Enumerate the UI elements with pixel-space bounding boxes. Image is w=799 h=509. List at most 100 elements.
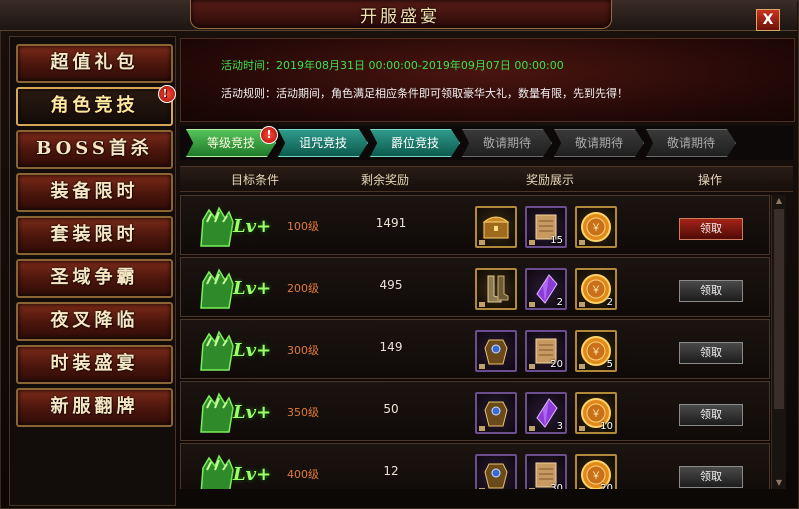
sidebar-item-label: 夜叉降临 [50, 310, 139, 331]
lock-icon [529, 240, 535, 245]
reward-coin-icon[interactable]: ￥ 2 [575, 268, 617, 310]
lock-icon [529, 364, 535, 369]
tab-1[interactable]: 诅咒竞技 [278, 129, 368, 157]
svg-text:￥: ￥ [591, 285, 601, 296]
target-level: 350级 [287, 406, 319, 419]
event-rule: 活动规则：活动期间，角色满足相应条件即可领取豪华大礼，数量有限，先到先得！ [221, 87, 628, 100]
lock-icon [479, 302, 485, 307]
lock-icon [579, 240, 585, 245]
sidebar-item-label: 圣域争霸 [50, 267, 139, 288]
reward-count: 10 [600, 421, 613, 432]
reward-count: 20 [600, 483, 613, 489]
sidebar-item-3[interactable]: 装备限时 [16, 173, 173, 212]
level-up-icon: Lv+ [193, 202, 283, 248]
svg-text:￥: ￥ [591, 409, 601, 420]
reward-armor-icon[interactable] [475, 392, 517, 434]
lock-icon [579, 488, 585, 489]
reward-count: 20 [550, 359, 563, 370]
event-info-panel: 活动时间：2019年08月31日 00:00:00-2019年09月07日 00… [180, 38, 795, 122]
lock-icon [479, 240, 485, 245]
lock-icon [479, 488, 485, 489]
tab-2[interactable]: 爵位竞技 [370, 129, 460, 157]
reward-boots-icon[interactable] [475, 268, 517, 310]
remaining-count: 149 [379, 340, 403, 354]
claim-button[interactable]: 领取 [679, 218, 743, 240]
sidebar-item-5[interactable]: 圣域争霸 [16, 259, 173, 298]
sidebar-item-4[interactable]: 套装限时 [16, 216, 173, 255]
lock-icon [529, 302, 535, 307]
reward-count: 3 [556, 421, 563, 432]
table-row: Lv+ 300级 149 20 ￥ 5 领取 [180, 319, 770, 379]
sidebar-item-label: 超值礼包 [50, 52, 139, 73]
reward-scroll-icon[interactable]: 15 [525, 206, 567, 248]
reward-crystal-icon[interactable]: 2 [525, 268, 567, 310]
claim-button[interactable]: 领取 [679, 342, 743, 364]
sidebar-item-0[interactable]: 超值礼包 [16, 44, 173, 83]
lock-icon [529, 426, 535, 431]
remaining-count: 50 [383, 402, 399, 416]
sidebar-item-label: 装备限时 [50, 181, 139, 202]
tab-5[interactable]: 敬请期待 [646, 129, 736, 157]
lock-icon [479, 426, 485, 431]
reward-scroll-icon[interactable]: 20 [525, 330, 567, 372]
claim-button[interactable]: 领取 [679, 404, 743, 426]
close-button[interactable]: X [756, 9, 780, 31]
target-level: 300级 [287, 344, 319, 357]
scroll-down-icon[interactable]: ▼ [773, 478, 785, 488]
tab-3[interactable]: 敬请期待 [462, 129, 552, 157]
sidebar-item-label: 新服翻牌 [50, 396, 139, 417]
window-title: 开服盛宴 [360, 7, 440, 27]
target-level: 400级 [287, 468, 319, 481]
scroll-up-icon[interactable]: ▲ [773, 196, 785, 206]
reward-list: Lv+ 100级 1491 15 ￥ 领取 Lv+ 200级 495 2 ￥ 2 领取 Lv+ 300级 14… [180, 195, 770, 489]
reward-crystal-icon[interactable]: 3 [525, 392, 567, 434]
table-row: Lv+ 100级 1491 15 ￥ 领取 [180, 195, 770, 255]
reward-coin-icon[interactable]: ￥ 5 [575, 330, 617, 372]
level-icon-label: Lv+ [233, 216, 272, 237]
target-level: 200级 [287, 282, 319, 295]
lock-icon [579, 302, 585, 307]
reward-count: 2 [606, 297, 613, 308]
reward-count: 5 [606, 359, 613, 370]
header-target: 目标条件 [230, 173, 279, 187]
scrollbar[interactable]: ▲ ▼ [771, 195, 786, 489]
reward-count: 2 [556, 297, 563, 308]
level-up-icon: Lv+ [193, 326, 283, 372]
sidebar-item-label: 时装盛宴 [50, 353, 139, 374]
reward-armor-icon[interactable] [475, 330, 517, 372]
tab-alert-badge-icon: ! [260, 126, 278, 144]
claim-button[interactable]: 领取 [679, 466, 743, 488]
reward-coin-icon[interactable]: ￥ 20 [575, 454, 617, 489]
table-row: Lv+ 350级 50 3 ￥ 10 领取 [180, 381, 770, 441]
remaining-count: 1491 [375, 216, 407, 230]
header-remain: 剩余奖励 [360, 173, 409, 187]
tab-4[interactable]: 敬请期待 [554, 129, 644, 157]
target-level: 100级 [287, 220, 319, 233]
svg-text:￥: ￥ [591, 471, 601, 482]
level-up-icon: Lv+ [193, 388, 283, 434]
lock-icon [479, 364, 485, 369]
level-icon-label: Lv+ [233, 402, 272, 423]
sidebar-item-label: BOSS首杀 [36, 138, 153, 159]
claim-button[interactable]: 领取 [679, 280, 743, 302]
svg-text:￥: ￥ [591, 347, 601, 358]
sidebar-item-2[interactable]: BOSS首杀 [16, 130, 173, 169]
scroll-thumb[interactable] [774, 209, 784, 409]
lock-icon [579, 426, 585, 431]
level-icon-label: Lv+ [233, 340, 272, 361]
reward-coin-icon[interactable]: ￥ 10 [575, 392, 617, 434]
sidebar-item-1[interactable]: 角色竞技! [16, 85, 176, 126]
reward-scroll-icon[interactable]: 30 [525, 454, 567, 489]
reward-armor-icon[interactable] [475, 454, 517, 489]
sidebar-item-6[interactable]: 夜叉降临 [16, 302, 173, 341]
remaining-count: 12 [383, 464, 399, 478]
reward-coin-icon[interactable]: ￥ [575, 206, 617, 248]
sidebar-item-7[interactable]: 时装盛宴 [16, 345, 173, 384]
sidebar-item-8[interactable]: 新服翻牌 [16, 388, 173, 427]
table-row: Lv+ 200级 495 2 ￥ 2 领取 [180, 257, 770, 317]
sidebar-item-label: 套装限时 [50, 224, 139, 245]
lock-icon [579, 364, 585, 369]
level-up-icon: Lv+ [193, 264, 283, 310]
reward-chest-icon[interactable] [475, 206, 517, 248]
level-up-icon: Lv+ [193, 450, 283, 489]
